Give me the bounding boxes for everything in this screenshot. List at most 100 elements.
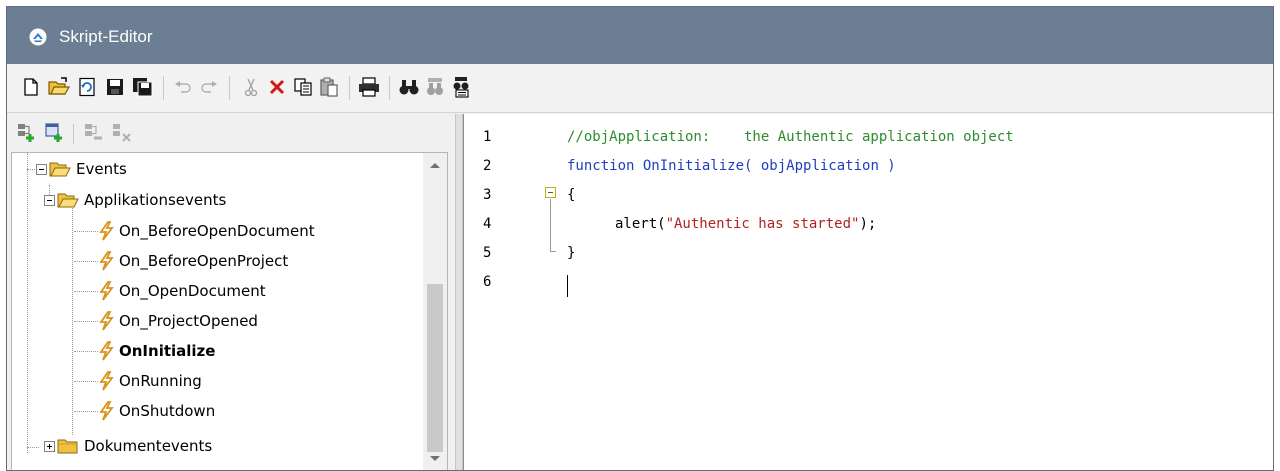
line-number-gutter: 1 2 3 4 5 6 [464, 114, 534, 470]
cut-icon [244, 78, 258, 97]
collapse-icon[interactable] [36, 163, 47, 175]
line-number: 2 [483, 158, 492, 174]
lightning-icon [99, 311, 114, 331]
code-line-1: //objApplication: the Authentic applicat… [567, 129, 1014, 145]
line-number: 5 [483, 245, 492, 261]
tree-label: On_OpenDocument [119, 282, 266, 300]
open-folder-icon [48, 77, 70, 95]
code-string: "Authentic has started" [665, 216, 860, 232]
code-editor[interactable]: 1 2 3 4 5 6 //objApplication: the Authen… [463, 114, 1273, 470]
open-button[interactable] [47, 75, 71, 99]
main-toolbar [7, 64, 1273, 113]
tree-connector [74, 290, 98, 292]
lightning-icon [99, 281, 114, 301]
tree-node-events[interactable]: Events [36, 155, 127, 183]
tree-node-on-beforeopendocument[interactable]: On_BeforeOpenDocument [74, 217, 315, 245]
remove-macro-icon [85, 124, 102, 140]
toolbar-separator [349, 76, 350, 100]
lightning-icon [99, 251, 114, 271]
add-form-button[interactable] [44, 122, 66, 144]
tree-connector [74, 380, 98, 382]
tree-toolbar-separator [73, 124, 74, 144]
lightning-icon [99, 341, 114, 361]
add-form-icon [45, 123, 62, 142]
undo-icon [175, 81, 191, 93]
code-line-2: function OnInitialize( objApplication ) [567, 158, 896, 174]
tree-label: Dokumentevents [84, 437, 213, 455]
collapse-icon[interactable] [44, 194, 55, 206]
find-button[interactable] [397, 75, 421, 99]
remove-form-button[interactable] [111, 122, 133, 144]
tree-node-onrunning[interactable]: OnRunning [74, 367, 202, 395]
window-title: Skript-Editor [59, 27, 153, 46]
tree-connector [74, 410, 98, 412]
folder-open-icon [57, 193, 79, 208]
folder-closed-icon [57, 439, 78, 454]
code-keyword: function [567, 158, 635, 174]
line-number: 4 [483, 216, 492, 232]
tree-node-onshutdown[interactable]: OnShutdown [74, 397, 215, 425]
panel-splitter[interactable] [455, 114, 463, 470]
lightning-icon [99, 221, 114, 241]
expand-icon[interactable] [44, 440, 55, 452]
new-file-icon [24, 78, 38, 96]
tree-connector [74, 320, 98, 322]
code-text: alert( [615, 216, 666, 232]
find-next-button[interactable] [423, 75, 447, 99]
code-line-5: } [567, 245, 576, 261]
tree-label: On_ProjectOpened [119, 312, 258, 330]
title-bar: Skript-Editor [7, 7, 1273, 64]
toolbar-separator [389, 76, 390, 100]
delete-button[interactable] [265, 75, 289, 99]
save-all-button[interactable] [131, 75, 155, 99]
scroll-thumb[interactable] [427, 284, 443, 452]
reload-button[interactable] [75, 75, 99, 99]
fold-guide [550, 251, 556, 252]
tree-node-oninitialize[interactable]: OnInitialize [74, 337, 215, 365]
tree-node-on-opendocument[interactable]: On_OpenDocument [74, 277, 266, 305]
copy-icon [294, 78, 312, 96]
paste-button[interactable] [317, 75, 341, 99]
reload-icon [79, 77, 95, 97]
tree-node-applikationsevents[interactable]: Applikationsevents [44, 186, 226, 214]
cut-button[interactable] [239, 75, 263, 99]
add-macro-icon [18, 124, 34, 142]
tree-scrollbar[interactable] [423, 153, 447, 470]
replace-icon [453, 77, 469, 98]
print-icon [359, 77, 379, 97]
script-editor-window: Skript-Editor Events Applikationsevents … [6, 6, 1274, 471]
tree-node-on-projectopened[interactable]: On_ProjectOpened [74, 307, 258, 335]
folder-open-icon [49, 162, 71, 177]
undo-button[interactable] [171, 75, 195, 99]
macro-tree-panel: Events Applikationsevents On_BeforeOpenD… [7, 114, 455, 470]
replace-button[interactable] [449, 75, 473, 99]
tree-node-on-beforeopenproject[interactable]: On_BeforeOpenProject [74, 247, 288, 275]
code-line-4: alert("Authentic has started"); [615, 216, 876, 232]
add-macro-button[interactable] [16, 122, 38, 144]
lightning-icon [99, 401, 114, 421]
scroll-down-arrow-icon[interactable] [430, 456, 440, 461]
line-number: 1 [483, 129, 492, 145]
remove-macro-button[interactable] [83, 122, 105, 144]
code-line-3: { [567, 187, 576, 203]
lightning-icon [99, 371, 114, 391]
tree-connector [74, 260, 98, 262]
scroll-up-arrow-icon[interactable] [430, 163, 440, 168]
copy-button[interactable] [291, 75, 315, 99]
redo-button[interactable] [197, 75, 221, 99]
save-button[interactable] [103, 75, 127, 99]
delete-icon [269, 79, 285, 95]
print-button[interactable] [357, 75, 381, 99]
redo-icon [201, 81, 217, 93]
tree-node-dokumentevents[interactable]: Dokumentevents [44, 432, 212, 460]
new-file-button[interactable] [19, 75, 43, 99]
tree-connector [74, 350, 98, 352]
tree-label: On_BeforeOpenProject [119, 252, 289, 270]
toolbar-separator [229, 76, 230, 100]
fold-toggle-icon[interactable] [545, 187, 556, 198]
find-icon [399, 80, 419, 95]
event-tree: Events Applikationsevents On_BeforeOpenD… [11, 152, 448, 470]
line-number: 3 [483, 187, 492, 203]
code-text: ); [859, 216, 877, 232]
tree-label: OnRunning [119, 372, 202, 390]
